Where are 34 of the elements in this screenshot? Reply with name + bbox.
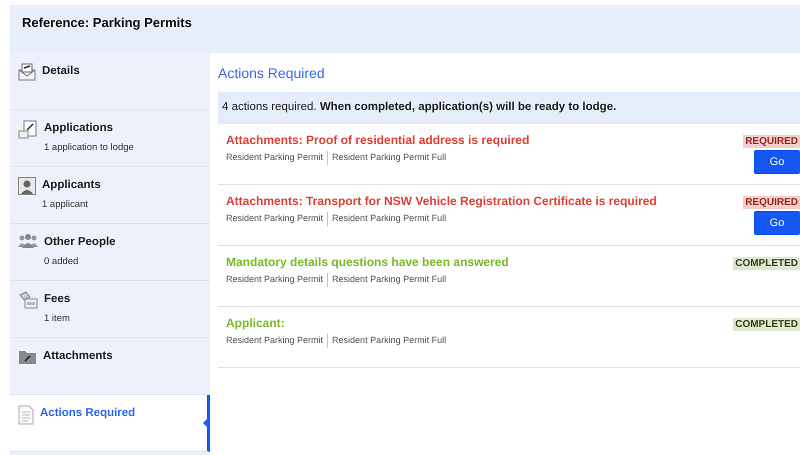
page-title: Reference: Parking Permits <box>22 14 193 32</box>
permit-tag: Resident Parking Permit <box>226 334 324 348</box>
action-title: Attachments: Transport for NSW Vehicle Registration Certificate is required <box>226 193 657 210</box>
section-heading: Actions Required <box>218 64 326 83</box>
permit-tag: Resident Parking Permit Full <box>327 212 446 226</box>
permit-tag: Resident Parking Permit Full <box>327 151 446 164</box>
person-icon <box>18 177 36 195</box>
envelope-icon <box>18 63 36 81</box>
go-button[interactable]: Go <box>754 211 800 235</box>
summary-banner: 4 actions required. When completed, application(s) will be ready to lodge. <box>218 92 800 124</box>
action-title: Applicant: <box>226 315 286 332</box>
permit-tag: Resident Parking Permit Full <box>327 334 446 348</box>
permit-tag: Resident Parking Permit <box>226 151 324 164</box>
price-tag-icon <box>18 291 38 309</box>
people-icon <box>18 234 38 248</box>
go-button[interactable]: Go <box>754 150 800 174</box>
item-subtitle: 0 added <box>44 255 80 270</box>
folder-icon <box>18 348 37 365</box>
item-subtitle: 1 applicant <box>42 198 89 212</box>
document-icon <box>18 120 38 140</box>
item-subtitle: 1 application to lodge <box>44 141 134 156</box>
status-badge: REQUIRED <box>743 196 800 209</box>
checklist-icon <box>18 405 34 425</box>
selection-pointer-icon <box>203 419 207 427</box>
status-badge: REQUIRED <box>743 135 800 148</box>
action-title: Mandatory details questions have been answered <box>226 254 509 271</box>
permit-tag: Resident Parking Permit Full <box>327 273 446 286</box>
status-badge: COMPLETED <box>733 257 800 270</box>
sidebar-item[interactable]: Actions Required <box>10 395 210 452</box>
action-title: Attachments: Proof of residential address is required <box>226 132 530 149</box>
permit-tag: Resident Parking Permit <box>226 212 324 226</box>
status-badge: COMPLETED <box>733 318 800 331</box>
item-subtitle: 1 item <box>44 312 70 326</box>
permit-tag: Resident Parking Permit <box>226 273 324 286</box>
